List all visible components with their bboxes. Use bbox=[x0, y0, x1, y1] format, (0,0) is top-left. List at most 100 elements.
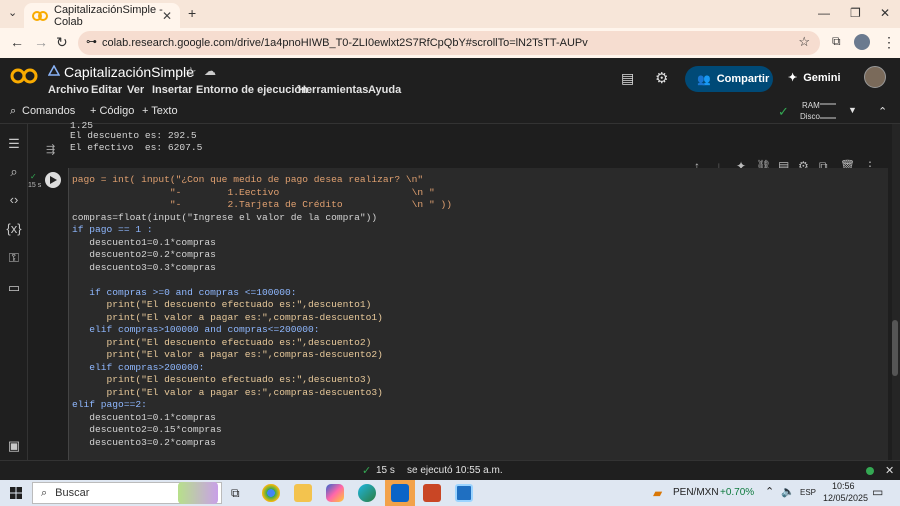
settings-gear-icon[interactable]: ⚙ bbox=[655, 69, 668, 87]
windows-start-icon[interactable] bbox=[10, 487, 22, 502]
reload-icon[interactable]: ↻ bbox=[56, 34, 68, 51]
share-label: Compartir bbox=[716, 73, 770, 85]
menu-editar[interactable]: Editar bbox=[91, 84, 122, 96]
search-label: Buscar bbox=[55, 487, 90, 499]
url-text: colab.research.google.com/drive/1a4pnoHI… bbox=[102, 37, 588, 49]
powerpoint-icon[interactable] bbox=[423, 484, 441, 502]
new-tab-icon[interactable]: + bbox=[188, 5, 196, 21]
exec-time: 15 s bbox=[28, 182, 42, 189]
extensions-icon[interactable]: ⧉ bbox=[832, 34, 841, 49]
restore-icon[interactable]: ❐ bbox=[850, 6, 861, 20]
connection-status-dot bbox=[866, 467, 874, 475]
search-highlight-image bbox=[178, 482, 218, 504]
notebook-toolbar: ⌕ Comandos + Código + Texto ✓ RAM Disco … bbox=[0, 100, 900, 124]
status-message: se ejecutó 10:55 a.m. bbox=[407, 465, 503, 476]
address-bar[interactable]: ⊶ colab.research.google.com/drive/1a4pno… bbox=[78, 31, 820, 55]
code-line: elif compras>100000 and compras<=200000: bbox=[72, 324, 320, 335]
table-of-contents-icon[interactable]: ☰ bbox=[6, 136, 22, 152]
notebook-title[interactable]: CapitalizaciónSimple bbox=[64, 64, 194, 80]
menu-ayuda[interactable]: Ayuda bbox=[368, 84, 401, 96]
code-cell-editor[interactable]: pago = int( input("¿Con que medio de pag… bbox=[68, 168, 888, 460]
files-folder-icon[interactable]: ▭ bbox=[6, 280, 22, 296]
code-line: compras=float(input("Ingrese el valor de… bbox=[72, 211, 378, 223]
variables-icon[interactable]: {x} bbox=[6, 221, 22, 236]
code-line: print("El valor a pagar es:",compras-des… bbox=[72, 311, 383, 323]
edge-icon[interactable] bbox=[358, 484, 376, 502]
code-line: print("El valor a pagar es:",compras-des… bbox=[72, 386, 383, 398]
back-icon[interactable]: ← bbox=[10, 34, 24, 50]
add-text-button[interactable]: + Texto bbox=[142, 105, 178, 117]
notebook-area: 1.25 El descuento es: 292.5 El efectivo … bbox=[28, 120, 890, 460]
connected-check-icon: ✓ bbox=[778, 104, 789, 119]
code-line: "- 2.Tarjeta de Crédito \n " )) bbox=[72, 199, 452, 210]
star-icon[interactable]: ☆ bbox=[185, 64, 197, 80]
code-line: pago = int( input("¿Con que medio de pag… bbox=[72, 174, 424, 185]
file-explorer-icon[interactable] bbox=[294, 484, 312, 502]
clock-time[interactable]: 10:56 bbox=[832, 481, 855, 491]
code-line: print("El valor a pagar es:",compras-des… bbox=[72, 349, 383, 360]
cloud-icon[interactable]: ☁ bbox=[204, 64, 216, 78]
code-line: print("El descuento efectuado es:",descu… bbox=[72, 299, 372, 310]
volume-icon[interactable]: 🔈 bbox=[781, 485, 795, 498]
tray-chevron-icon[interactable]: ⌃ bbox=[765, 485, 774, 498]
code-snippets-icon[interactable]: ‹› bbox=[6, 192, 22, 207]
menu-insertar[interactable]: Insertar bbox=[152, 84, 192, 96]
outlook-icon[interactable] bbox=[391, 484, 409, 502]
runtime-dropdown-icon[interactable]: ▼ bbox=[848, 105, 857, 115]
share-button[interactable]: 👥 Compartir bbox=[685, 66, 773, 92]
output-actions-icon[interactable]: ⇶ bbox=[46, 143, 55, 156]
minimize-icon[interactable]: — bbox=[818, 6, 830, 20]
menu-entorno[interactable]: Entorno de ejecución bbox=[196, 84, 308, 96]
clock-date[interactable]: 12/05/2025 bbox=[823, 493, 868, 503]
run-cell-button[interactable] bbox=[45, 172, 61, 188]
collapse-toolbar-icon[interactable]: ⌃ bbox=[878, 105, 887, 118]
side-rail: ☰ ⌕ ‹› {x} ⚿ ▭ ▣ bbox=[0, 124, 28, 460]
tab-list-chevron-icon[interactable]: ⌄ bbox=[8, 6, 17, 19]
find-replace-icon[interactable]: ⌕ bbox=[6, 164, 22, 180]
code-line: print("El descuento efectuado es:",descu… bbox=[72, 336, 372, 348]
comments-icon[interactable]: ▤ bbox=[621, 70, 634, 87]
close-status-icon[interactable]: ✕ bbox=[885, 464, 894, 477]
colab-logo-icon[interactable] bbox=[10, 68, 38, 87]
site-info-icon[interactable]: ⊶ bbox=[86, 35, 97, 48]
code-line: descuento2=0.15*compras bbox=[72, 424, 222, 435]
bookmark-star-icon[interactable]: ☆ bbox=[798, 34, 810, 50]
search-icon[interactable]: ⌕ bbox=[10, 105, 16, 118]
terminal-icon[interactable]: ▣ bbox=[6, 438, 22, 454]
output-line: El descuento es: 292.5 bbox=[70, 130, 197, 141]
task-view-icon[interactable]: ⧉ bbox=[231, 486, 240, 501]
commands-button[interactable]: Comandos bbox=[22, 105, 75, 117]
code-line: if compras >=0 and compras <=100000: bbox=[72, 286, 297, 298]
forward-icon[interactable]: → bbox=[34, 34, 48, 50]
browser-menu-icon[interactable]: ⋮ bbox=[882, 34, 896, 51]
browser-tab-strip: ⌄ CapitalizaciónSimple - Colab ✕ + — ❐ ✕ bbox=[0, 0, 900, 28]
close-tab-icon[interactable]: ✕ bbox=[162, 9, 172, 23]
add-code-button[interactable]: + Código bbox=[90, 105, 134, 117]
copilot-icon[interactable] bbox=[326, 484, 344, 502]
notebook-scrollbar[interactable] bbox=[892, 124, 900, 460]
resources-bars[interactable] bbox=[820, 103, 836, 119]
output-line: El efectivo es: 6207.5 bbox=[70, 142, 203, 153]
disk-label: Disco bbox=[800, 112, 821, 121]
scrollbar-thumb[interactable] bbox=[892, 320, 898, 376]
chrome-icon[interactable] bbox=[262, 484, 280, 502]
language-indicator[interactable]: ESP bbox=[800, 488, 816, 497]
menu-ver[interactable]: Ver bbox=[127, 84, 144, 96]
executed-check-icon: ✓ bbox=[30, 172, 37, 181]
remote-desktop-icon[interactable] bbox=[455, 484, 473, 502]
gemini-button[interactable]: ✦ Gemini bbox=[788, 71, 841, 85]
profile-avatar[interactable] bbox=[854, 34, 870, 50]
currency-pair[interactable]: PEN/MXN bbox=[673, 487, 719, 498]
browser-toolbar: ← → ↻ ⊶ colab.research.google.com/drive/… bbox=[0, 28, 900, 58]
account-avatar[interactable] bbox=[864, 66, 886, 88]
menu-herramientas[interactable]: Herramientas bbox=[298, 84, 368, 96]
window-close-icon[interactable]: ✕ bbox=[880, 6, 890, 20]
menu-archivo[interactable]: Archivo bbox=[48, 84, 89, 96]
gemini-sparkle-icon: ✦ bbox=[788, 72, 798, 84]
browser-tab-colab[interactable]: CapitalizaciónSimple - Colab ✕ bbox=[24, 3, 180, 28]
play-icon bbox=[50, 176, 57, 184]
notifications-icon[interactable]: ▭ bbox=[872, 485, 883, 499]
secrets-key-icon[interactable]: ⚿ bbox=[6, 250, 22, 266]
code-line: descuento3=0.2*compras bbox=[72, 436, 216, 448]
people-icon: 👥 bbox=[697, 73, 711, 86]
